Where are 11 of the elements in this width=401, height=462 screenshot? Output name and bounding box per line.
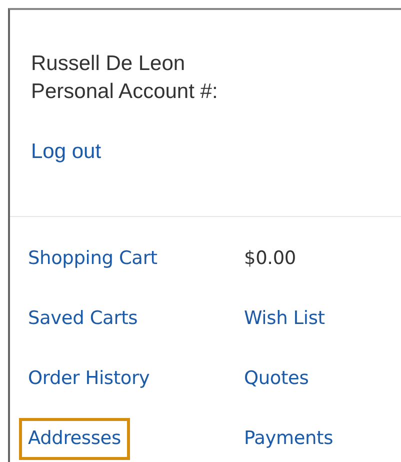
account-number-label: Personal Account #: [31,79,219,105]
menu-link[interactable]: Addresses [19,418,130,460]
menu-link[interactable]: Quotes [235,358,318,400]
menu-link[interactable]: Wish List [235,298,334,340]
menu-link[interactable]: Order History [19,358,159,400]
menu-link[interactable]: Shopping Cart [19,238,166,280]
cart-total: $0.00 [243,247,297,272]
menu-link[interactable]: Saved Carts [19,298,147,340]
logout-link[interactable]: Log out [31,136,102,168]
menu-link[interactable]: Payments [235,418,342,460]
account-name: Russell De Leon [31,51,186,77]
